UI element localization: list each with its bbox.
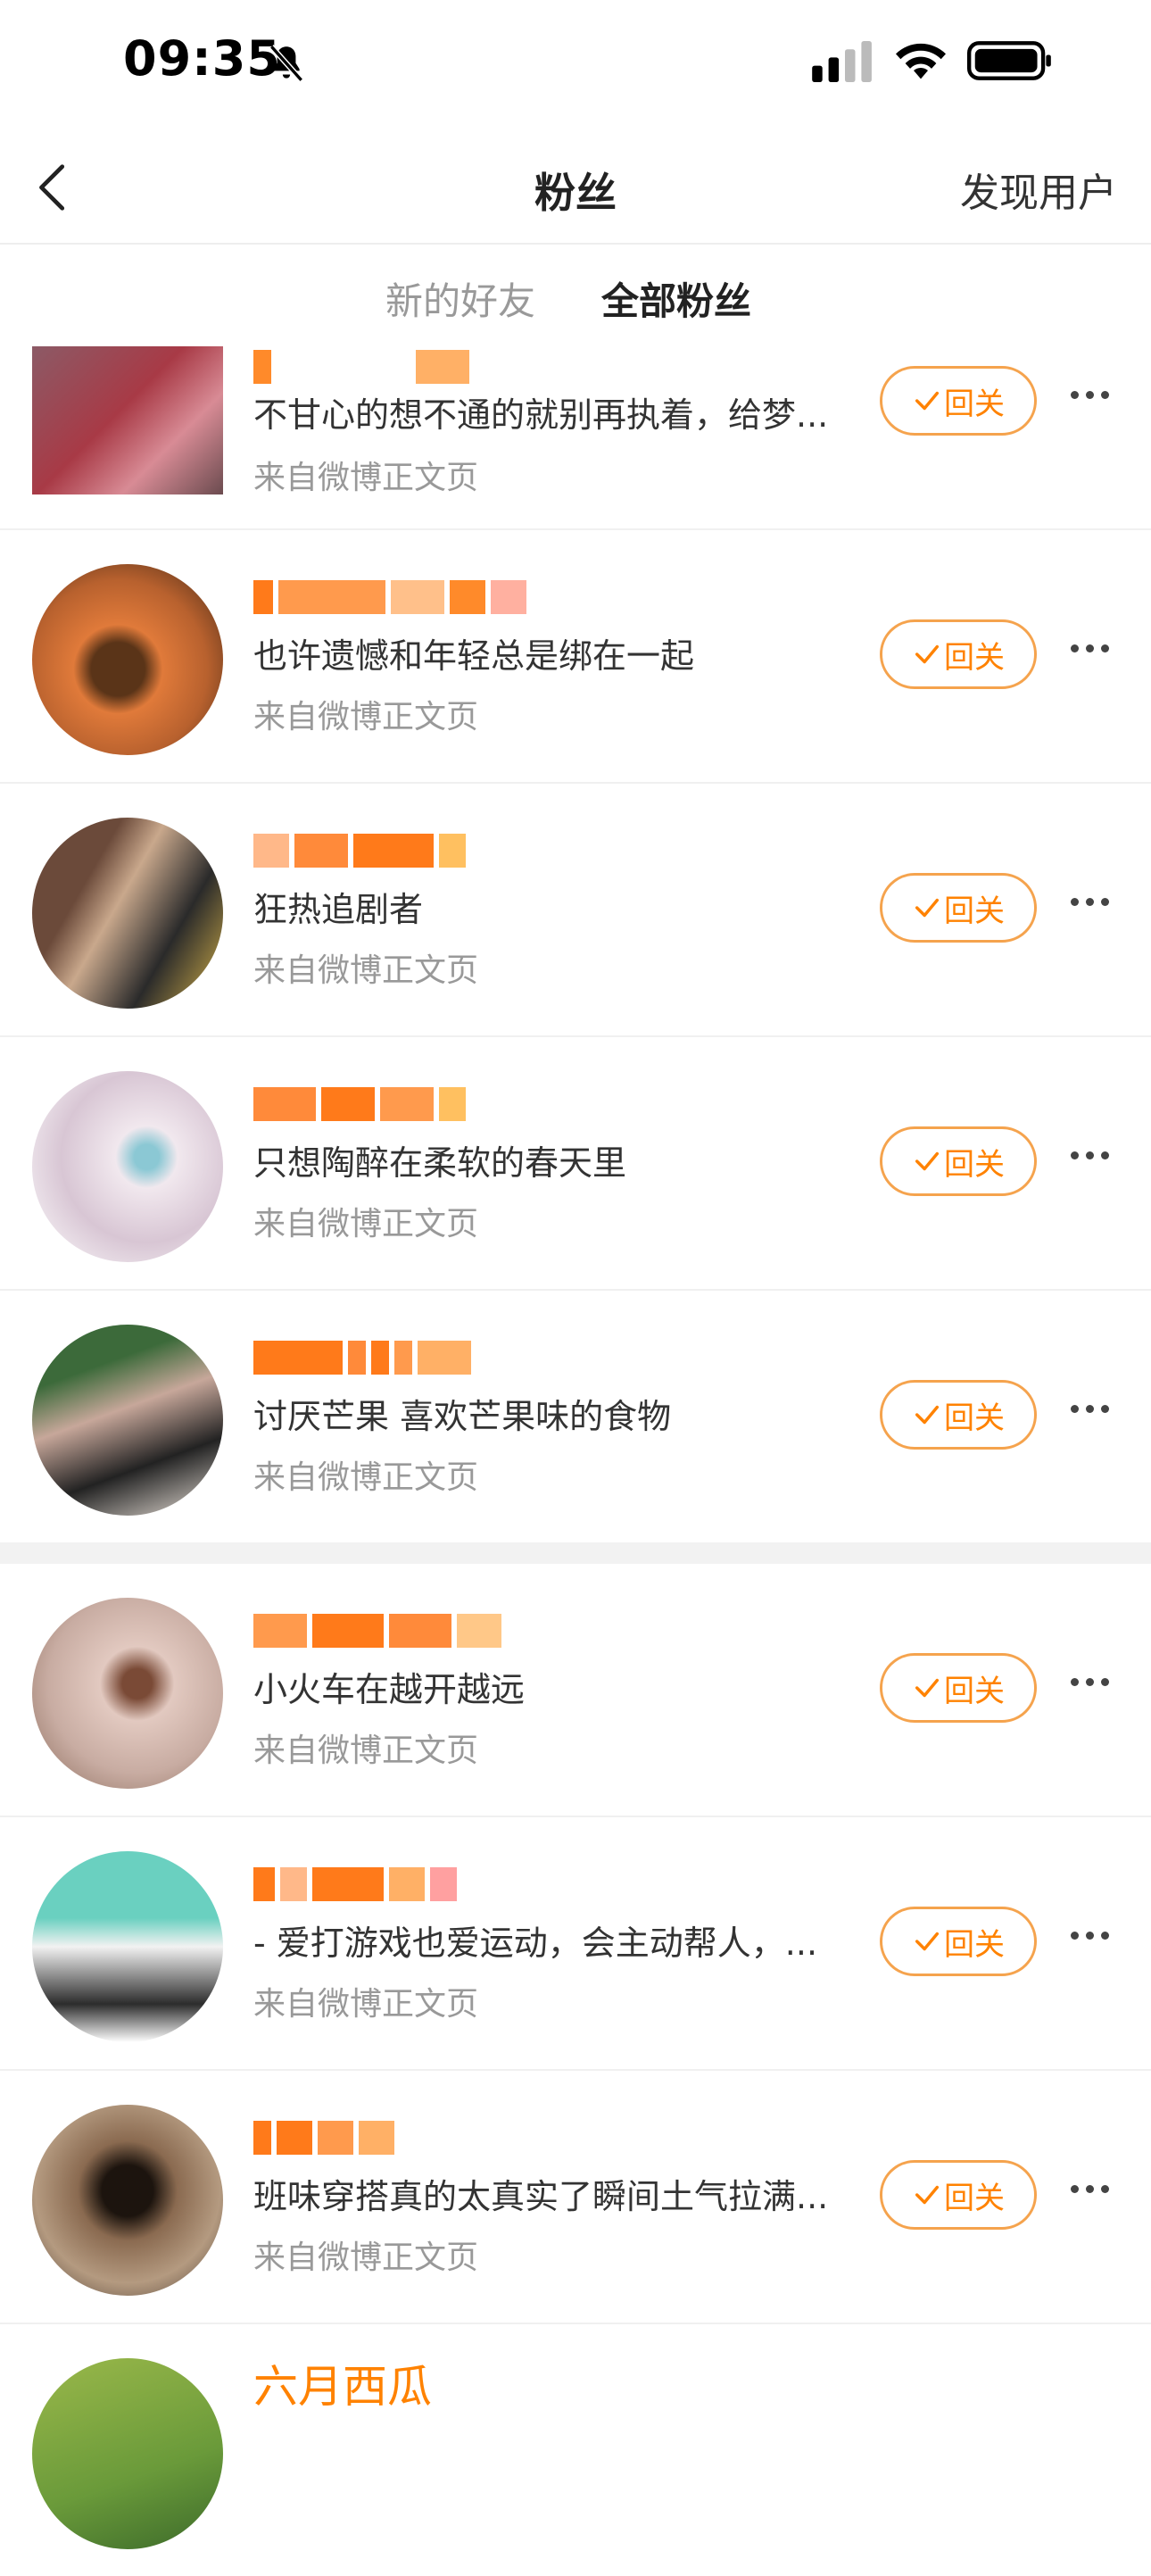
check-icon [915, 2185, 940, 2205]
avatar[interactable] [32, 1851, 223, 2042]
username-redacted [253, 2121, 628, 2156]
more-options-button[interactable] [1071, 2180, 1117, 2206]
fan-bio: 班味穿搭真的太真实了瞬间土气拉满... [253, 2177, 829, 2216]
fan-bio: 不甘心的想不通的就别再执着，给梦... [253, 395, 829, 435]
list-item[interactable]: - 爱打游戏也爱运动，会主动帮人，... 来自微博正文页 回关 [0, 1817, 1151, 2071]
check-icon [915, 1151, 940, 1171]
status-time: 09:35 [123, 30, 281, 87]
follow-back-label: 回关 [944, 1673, 1005, 1709]
fan-source: 来自微博正文页 [253, 1459, 479, 1496]
follow-back-button[interactable]: 回关 [880, 1380, 1037, 1450]
avatar[interactable] [32, 346, 223, 494]
username-redacted [253, 350, 628, 386]
fan-source: 来自微博正文页 [253, 699, 479, 735]
username-redacted [253, 1341, 628, 1376]
fan-name: 六月西瓜 [253, 2361, 432, 2413]
follow-back-label: 回关 [944, 386, 1005, 422]
follow-back-button[interactable]: 回关 [880, 1653, 1037, 1723]
wifi-icon [896, 43, 946, 79]
fan-source: 来自微博正文页 [253, 952, 479, 989]
check-icon [915, 391, 940, 411]
fan-bio: 狂热追剧者 [253, 890, 424, 929]
more-options-button[interactable] [1071, 1146, 1117, 1173]
fan-source: 来自微博正文页 [253, 1733, 479, 1769]
fan-bio: 小火车在越开越远 [253, 1670, 526, 1709]
list-item[interactable]: 六月西瓜 [0, 2324, 1151, 2576]
follow-back-label: 回关 [944, 639, 1005, 676]
avatar[interactable] [32, 1598, 223, 1789]
check-icon [915, 1405, 940, 1425]
follow-back-label: 回关 [944, 1400, 1005, 1436]
more-options-button[interactable] [1071, 386, 1117, 412]
fan-source: 来自微博正文页 [253, 1206, 479, 1242]
list-item[interactable]: 班味穿搭真的太真实了瞬间土气拉满... 来自微博正文页 回关 [0, 2071, 1151, 2324]
avatar[interactable] [32, 2105, 223, 2296]
fan-list: 不甘心的想不通的就别再执着，给梦... 来自微博正文页 回关 也许遗憾和年轻总是… [0, 336, 1151, 2576]
follow-back-label: 回关 [944, 1146, 1005, 1183]
fan-source: 来自微博正文页 [253, 1986, 479, 2023]
fan-bio: 只想陶醉在柔软的春天里 [253, 1143, 627, 1183]
avatar[interactable] [32, 818, 223, 1009]
check-icon [915, 898, 940, 918]
follow-back-button[interactable]: 回关 [880, 873, 1037, 943]
discover-users-link[interactable]: 发现用户 [960, 161, 1117, 218]
tab-all-fans[interactable]: 全部粉丝 [601, 271, 751, 326]
avatar[interactable] [32, 2358, 223, 2549]
username-redacted [253, 580, 628, 616]
more-options-button[interactable] [1071, 1673, 1117, 1699]
follow-back-label: 回关 [944, 893, 1005, 929]
follow-back-button[interactable]: 回关 [880, 2160, 1037, 2230]
more-options-button[interactable] [1071, 639, 1117, 666]
follow-back-label: 回关 [944, 1926, 1005, 1963]
avatar[interactable] [32, 1325, 223, 1516]
fan-source: 来自微博正文页 [253, 460, 479, 496]
follow-back-button[interactable]: 回关 [880, 366, 1037, 436]
fan-source: 来自微博正文页 [253, 2239, 479, 2276]
more-options-button[interactable] [1071, 1926, 1117, 1953]
follow-back-button[interactable]: 回关 [880, 1126, 1037, 1196]
follow-back-label: 回关 [944, 2180, 1005, 2216]
list-item[interactable]: 讨厌芒果 喜欢芒果味的食物 来自微博正文页 回关 [0, 1291, 1151, 1564]
list-item[interactable]: 只想陶醉在柔软的春天里 来自微博正文页 回关 [0, 1037, 1151, 1291]
cellular-signal-icon [812, 41, 872, 82]
fan-bio: 也许遗憾和年轻总是绑在一起 [253, 636, 695, 676]
fan-bio: - 爱打游戏也爱运动，会主动帮人，... [253, 1924, 818, 1963]
list-item[interactable]: 小火车在越开越远 来自微博正文页 回关 [0, 1564, 1151, 1817]
follow-back-button[interactable]: 回关 [880, 619, 1037, 689]
username-redacted [253, 1867, 628, 1903]
tab-new-friends[interactable]: 新的好友 [385, 271, 535, 326]
battery-icon [967, 41, 1051, 80]
list-item[interactable]: 也许遗憾和年轻总是绑在一起 来自微博正文页 回关 [0, 530, 1151, 784]
more-options-button[interactable] [1071, 893, 1117, 919]
check-icon [915, 1678, 940, 1698]
follow-back-button[interactable]: 回关 [880, 1907, 1037, 1976]
username-redacted [253, 834, 628, 869]
username-redacted [253, 1614, 628, 1649]
nav-bar: 粉丝 发现用户 [0, 134, 1151, 245]
username-redacted [253, 1087, 628, 1123]
fan-bio: 讨厌芒果 喜欢芒果味的食物 [253, 1397, 672, 1436]
avatar[interactable] [32, 564, 223, 755]
list-item[interactable]: 不甘心的想不通的就别再执着，给梦... 来自微博正文页 回关 [0, 336, 1151, 530]
list-item[interactable]: 狂热追剧者 来自微博正文页 回关 [0, 784, 1151, 1037]
avatar[interactable] [32, 1071, 223, 1262]
status-bar: 09:35 [0, 0, 1151, 125]
check-icon [915, 1932, 940, 1951]
more-options-button[interactable] [1071, 1400, 1117, 1426]
bell-muted-icon [269, 45, 304, 82]
check-icon [915, 644, 940, 664]
